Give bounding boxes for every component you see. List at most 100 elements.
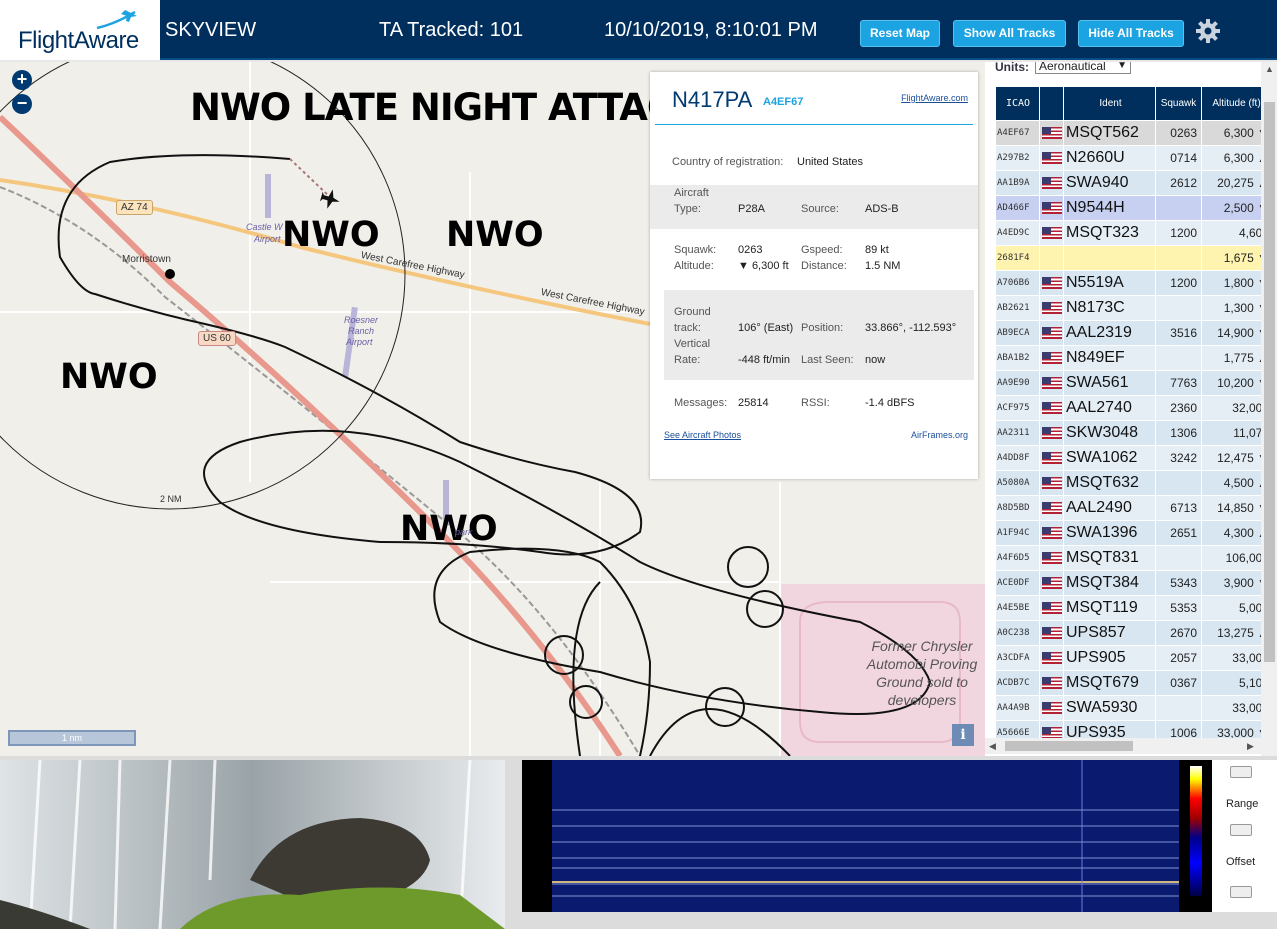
table-row[interactable]: 2681F4 1,675 ▼ — [995, 245, 1272, 271]
table-row[interactable]: AA2311 SKW3048 1306 11,075 — [995, 420, 1272, 446]
slider-handle[interactable] — [1230, 766, 1252, 778]
column-header-squawk[interactable]: Squawk — [1155, 86, 1202, 121]
cell-ident: N5519A — [1063, 270, 1156, 296]
flightaware-link[interactable]: FlightAware.com — [901, 93, 968, 103]
table-row[interactable]: ACE0DF MSQT384 5343 3,900 ▼ — [995, 570, 1272, 596]
cell-squawk: 0263 — [1155, 120, 1202, 146]
cell-flag — [1039, 145, 1064, 171]
table-row[interactable]: A3CDFA UPS905 2057 33,000 — [995, 645, 1272, 671]
spectrum-colorbar — [1190, 766, 1202, 896]
cell-squawk — [1155, 470, 1202, 496]
cell-squawk — [1155, 345, 1202, 371]
cell-flag — [1039, 470, 1064, 496]
hide-all-tracks-button[interactable]: Hide All Tracks — [1078, 20, 1184, 47]
table-row[interactable]: A4E5BE MSQT119 5353 5,000 — [995, 595, 1272, 621]
gear-icon[interactable] — [1195, 18, 1221, 44]
table-row[interactable]: A4F6D5 MSQT831 106,000 — [995, 545, 1272, 571]
aircraft-list-panel: Units: Aeronautical ▼ ICAO Ident Squawk … — [985, 62, 1277, 756]
type-row: Aircraft Type: P28A Source: ADS-B — [650, 185, 978, 229]
cell-flag — [1039, 220, 1064, 246]
messages-row: Messages: 25814 RSSI: -1.4 dBFS — [674, 397, 915, 409]
cell-squawk: 1200 — [1155, 220, 1202, 246]
cell-flag — [1039, 695, 1064, 721]
cell-icao: A4ED9C — [995, 220, 1040, 246]
scroll-right-icon[interactable]: ▶ — [1247, 741, 1254, 752]
us-flag-icon — [1041, 226, 1062, 239]
info-icon[interactable]: i — [952, 724, 974, 746]
table-row[interactable]: A4EF67 MSQT562 0263 6,300 ▼ — [995, 120, 1272, 146]
cell-flag — [1039, 595, 1064, 621]
scroll-left-icon[interactable]: ◀ — [989, 741, 996, 752]
table-row[interactable]: A5080A MSQT632 4,500 ▲ — [995, 470, 1272, 496]
table-row[interactable]: AB2621 N8173C 1,300 ▼ — [995, 295, 1272, 321]
table-row[interactable]: A4DD8F SWA1062 3242 12,475 ▼ — [995, 445, 1272, 471]
cell-icao: A5080A — [995, 470, 1040, 496]
show-all-tracks-button[interactable]: Show All Tracks — [953, 20, 1066, 47]
cell-ident: SWA1396 — [1063, 520, 1156, 546]
table-row[interactable]: A706B6 N5519A 1200 1,800 ▼ — [995, 270, 1272, 296]
table-row[interactable]: ACDB7C MSQT679 0367 5,100 — [995, 670, 1272, 696]
table-row[interactable]: A4ED9C MSQT323 1200 4,600 — [995, 220, 1272, 246]
reset-map-button[interactable]: Reset Map — [860, 20, 940, 47]
cell-flag — [1039, 520, 1064, 546]
cell-squawk: 6713 — [1155, 495, 1202, 521]
cell-icao: A3CDFA — [995, 645, 1040, 671]
aircraft-icon[interactable] — [319, 187, 343, 211]
bottom-area: Range Offset — [0, 756, 1277, 929]
us-flag-icon — [1041, 376, 1062, 389]
town-label: Morristown — [122, 254, 171, 265]
table-row[interactable]: AD466F N9544H 2,500 ▼ — [995, 195, 1272, 221]
column-header-ident[interactable]: Ident — [1063, 86, 1156, 121]
range-label: Range — [1226, 798, 1259, 810]
table-row[interactable]: AA9E90 SWA561 7763 10,200 ▼ — [995, 370, 1272, 396]
us-flag-icon — [1041, 476, 1062, 489]
aircraft-photos-link[interactable]: See Aircraft Photos — [664, 430, 741, 440]
range-slider-handle[interactable] — [1230, 824, 1252, 836]
logo-text: FlightAware — [18, 27, 139, 54]
cell-icao: A4EF67 — [995, 120, 1040, 146]
offset-label: Offset — [1226, 856, 1256, 868]
cell-icao: ACDB7C — [995, 670, 1040, 696]
us-flag-icon — [1041, 426, 1062, 439]
table-row[interactable]: ABA1B2 N849EF 1,775 ▲ — [995, 345, 1272, 371]
column-header-icao[interactable]: ICAO — [995, 86, 1040, 121]
table-row[interactable]: A8D5BD AAL2490 6713 14,850 ▼ — [995, 495, 1272, 521]
table-row[interactable]: ACF975 AAL2740 2360 32,000 — [995, 395, 1272, 421]
table-row[interactable]: AA1B9A SWA940 2612 20,275 ▲ — [995, 170, 1272, 196]
overlay-nwo-label: NWO — [446, 215, 544, 255]
cell-squawk: 5353 — [1155, 595, 1202, 621]
cell-ident: MSQT632 — [1063, 470, 1156, 496]
flightaware-logo[interactable]: FlightAware — [0, 0, 160, 60]
table-row[interactable]: AB9ECA AAL2319 3516 14,900 ▼ — [995, 320, 1272, 346]
cell-flag — [1039, 570, 1064, 596]
park-label: park — [455, 527, 473, 537]
cell-icao: A4E5BE — [995, 595, 1040, 621]
cell-ident: MSQT679 — [1063, 670, 1156, 696]
table-row[interactable]: AA4A9B SWA5930 33,000 — [995, 695, 1272, 721]
cell-flag — [1039, 120, 1064, 146]
cell-ident: N9544H — [1063, 195, 1156, 221]
column-header-flag[interactable] — [1039, 86, 1064, 121]
units-select[interactable]: Aeronautical ▼ — [1035, 62, 1131, 74]
table-row[interactable]: A297B2 N2660U 0714 6,300 ▲ — [995, 145, 1272, 171]
table-row[interactable]: A1F94C SWA1396 2651 4,300 ▲ — [995, 520, 1272, 546]
zoom-out-button[interactable]: − — [12, 94, 32, 114]
cell-squawk: 2651 — [1155, 520, 1202, 546]
airframes-link[interactable]: AirFrames.org — [911, 430, 968, 440]
range-ring-label: 2 NM — [160, 494, 182, 504]
scrollbar-thumb[interactable] — [1005, 741, 1133, 751]
cell-icao: AA9E90 — [995, 370, 1040, 396]
zoom-in-button[interactable]: + — [12, 70, 32, 90]
horizontal-scrollbar[interactable]: ◀ ▶ — [985, 738, 1261, 754]
cell-ident: SWA1062 — [1063, 445, 1156, 471]
cell-squawk — [1155, 195, 1202, 221]
cell-icao: A8D5BD — [995, 495, 1040, 521]
scroll-up-icon[interactable]: ▲ — [1265, 64, 1274, 74]
us-flag-icon — [1041, 676, 1062, 689]
overlay-nwo-label: NWO — [60, 357, 158, 397]
offset-slider-handle[interactable] — [1230, 886, 1252, 898]
scrollbar-thumb[interactable] — [1264, 102, 1275, 662]
cell-ident: SKW3048 — [1063, 420, 1156, 446]
vertical-scrollbar[interactable]: ▲ — [1261, 62, 1277, 756]
table-row[interactable]: A0C238 UPS857 2670 13,275 ▲ — [995, 620, 1272, 646]
